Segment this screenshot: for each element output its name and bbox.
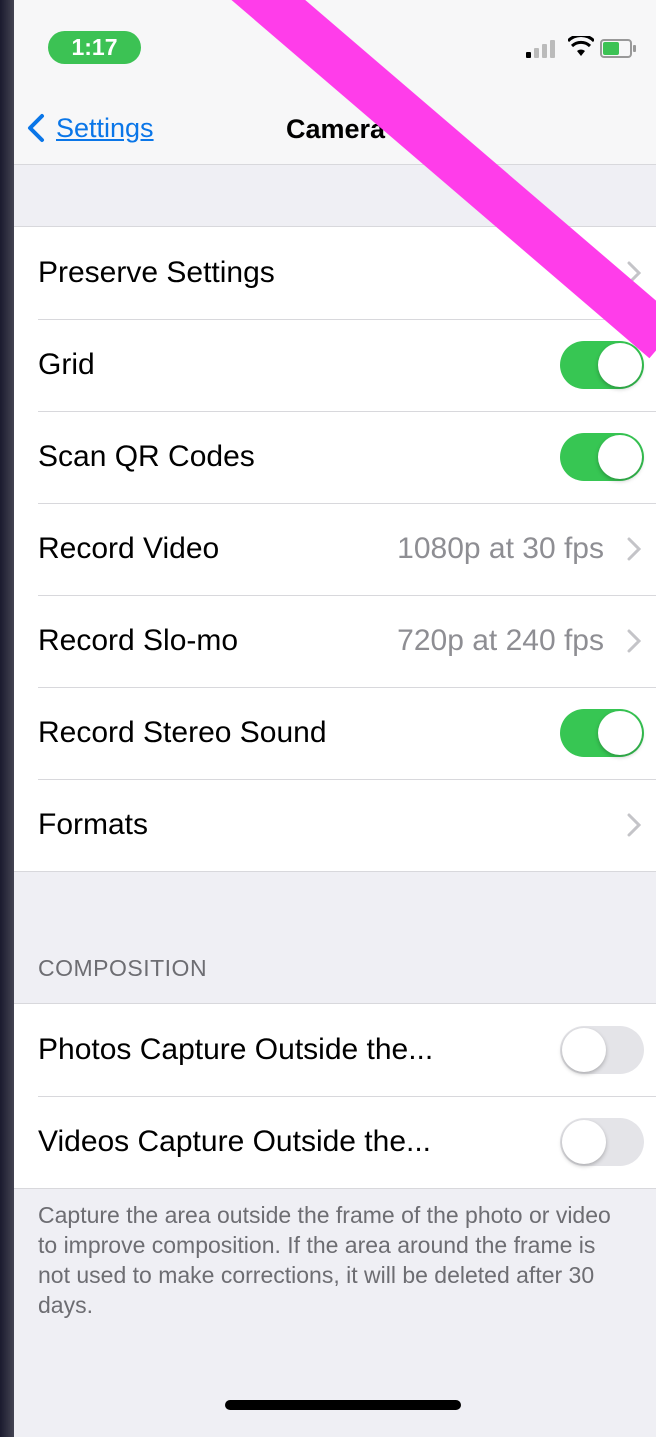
scan-qr-codes-row: Scan QR Codes bbox=[0, 411, 656, 503]
record-stereo-sound-toggle[interactable] bbox=[560, 709, 644, 757]
back-label: Settings bbox=[56, 112, 154, 143]
status-icons bbox=[518, 36, 638, 60]
record-slo-mo-value: 720p at 240 fps bbox=[397, 624, 604, 657]
signal-icon bbox=[526, 38, 562, 58]
row-label: Preserve Settings bbox=[38, 256, 275, 289]
photos-capture-outside-toggle[interactable] bbox=[560, 1026, 644, 1074]
chevron-right-icon bbox=[627, 537, 642, 561]
record-stereo-sound-row: Record Stereo Sound bbox=[0, 687, 656, 779]
videos-capture-outside-toggle[interactable] bbox=[560, 1118, 644, 1166]
toggle-knob bbox=[598, 711, 642, 755]
row-label: Scan QR Codes bbox=[38, 440, 255, 473]
composition-footer-text: Capture the area outside the frame of th… bbox=[38, 1202, 611, 1318]
scan-qr-codes-toggle[interactable] bbox=[560, 433, 644, 481]
device-edge bbox=[0, 0, 14, 1437]
chevron-right-icon bbox=[627, 813, 642, 837]
composition-section-header: COMPOSITION bbox=[38, 955, 208, 981]
record-slo-mo-row[interactable]: Record Slo-mo 720p at 240 fps bbox=[0, 595, 656, 687]
back-button[interactable]: Settings bbox=[24, 108, 154, 148]
row-label: Formats bbox=[38, 808, 149, 841]
photos-capture-outside-row: Photos Capture Outside the... bbox=[0, 1004, 656, 1096]
row-label: Grid bbox=[38, 348, 95, 381]
chevron-right-icon bbox=[627, 629, 642, 653]
wifi-icon bbox=[568, 36, 594, 56]
status-time[interactable]: 1:17 bbox=[48, 31, 141, 64]
videos-capture-outside-row: Videos Capture Outside the... bbox=[0, 1096, 656, 1188]
toggle-knob bbox=[598, 435, 642, 479]
row-label: Record Slo-mo bbox=[38, 624, 239, 657]
camera-settings-group: Preserve Settings Grid Scan QR Codes Rec… bbox=[0, 226, 656, 872]
back-chevron-icon bbox=[28, 114, 44, 142]
composition-group: Photos Capture Outside the... Videos Cap… bbox=[0, 1003, 656, 1189]
battery-icon bbox=[600, 39, 636, 58]
toggle-knob bbox=[562, 1028, 606, 1072]
settings-screen: 1:17 Settings Camera Preserve Settings G… bbox=[0, 0, 656, 1437]
page-title: Camera bbox=[286, 114, 386, 144]
home-indicator[interactable] bbox=[225, 1400, 461, 1410]
formats-row[interactable]: Formats bbox=[0, 779, 656, 871]
row-label: Videos Capture Outside the... bbox=[38, 1125, 432, 1158]
row-label: Photos Capture Outside the... bbox=[38, 1033, 434, 1066]
row-label: Record Stereo Sound bbox=[38, 716, 327, 749]
record-video-value: 1080p at 30 fps bbox=[397, 532, 604, 565]
chevron-right-icon bbox=[627, 261, 642, 285]
toggle-knob bbox=[562, 1120, 606, 1164]
toggle-knob bbox=[598, 343, 642, 387]
grid-toggle[interactable] bbox=[560, 341, 644, 389]
status-bar: 1:17 bbox=[0, 0, 656, 80]
record-video-row[interactable]: Record Video 1080p at 30 fps bbox=[0, 503, 656, 595]
row-label: Record Video bbox=[38, 532, 220, 565]
navigation-bar: Settings Camera bbox=[0, 80, 656, 165]
preserve-settings-row[interactable]: Preserve Settings bbox=[0, 227, 656, 319]
grid-row: Grid bbox=[0, 319, 656, 411]
